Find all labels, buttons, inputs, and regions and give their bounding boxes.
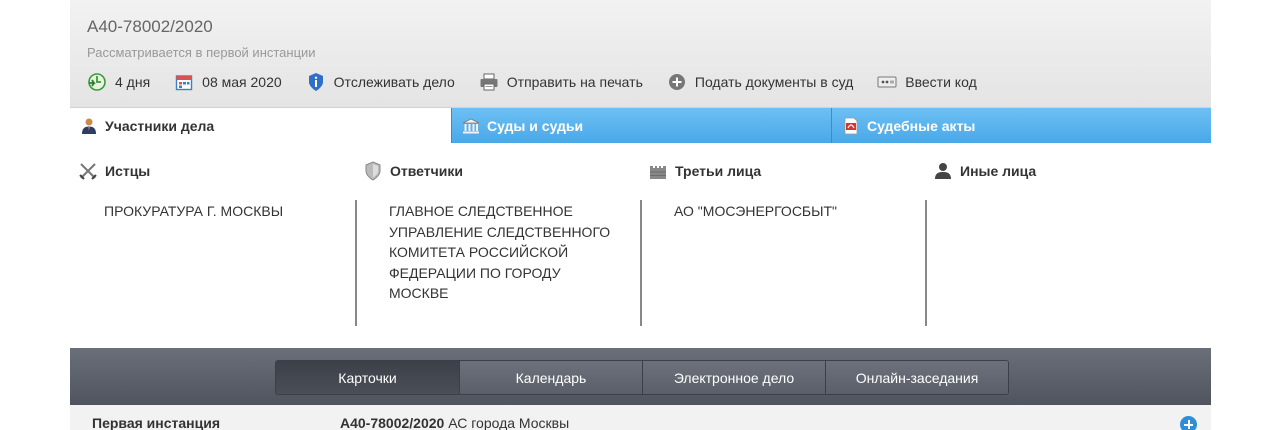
- user-silhouette-icon: [933, 161, 953, 181]
- court-building-icon: [462, 117, 480, 135]
- enter-code-label: Ввести код: [905, 74, 977, 90]
- tab-participants-label: Участники дела: [105, 117, 215, 134]
- swords-icon: [78, 161, 98, 181]
- case-header: А40-78002/2020 Рассматривается в первой …: [70, 0, 1211, 108]
- case-status: Рассматривается в первой инстанции: [87, 45, 316, 60]
- person-icon: [80, 117, 98, 135]
- days-icon: [87, 72, 107, 92]
- plaintiffs-list[interactable]: ПРОКУРАТУРА Г. МОСКВЫ: [104, 201, 334, 222]
- calendar-icon: [174, 72, 194, 92]
- case-tabs: Участники дела Суды и судьи Судебные акт…: [70, 108, 1211, 143]
- print-label: Отправить на печать: [506, 74, 643, 90]
- tab-court-acts-label: Судебные акты: [867, 117, 976, 134]
- plus-circle-icon: [667, 72, 687, 92]
- section-navbar: Карточки Календарь Электронное дело Онла…: [70, 348, 1211, 405]
- plaintiffs-column: Истцы ПРОКУРАТУРА Г. МОСКВЫ: [70, 143, 355, 348]
- nav-online-sessions-button[interactable]: Онлайн-заседания: [825, 361, 1008, 394]
- printer-icon: [479, 72, 499, 92]
- third-parties-list[interactable]: АО "МОСЭНЕРГОСБЫТ": [674, 201, 904, 222]
- column-divider: [640, 200, 642, 326]
- other-parties-column: Иные лица: [925, 143, 1210, 348]
- case-number: А40-78002/2020: [87, 17, 213, 36]
- tab-participants[interactable]: Участники дела: [70, 108, 451, 143]
- date-label: 08 мая 2020: [202, 74, 282, 90]
- third-parties-title: Третьи лица: [675, 163, 762, 179]
- other-parties-header: Иные лица: [933, 161, 1036, 181]
- column-divider: [355, 200, 357, 326]
- instance-case-number: А40-78002/2020: [340, 415, 445, 430]
- track-case-button[interactable]: Отслеживать дело: [306, 72, 455, 92]
- code-icon: [877, 72, 897, 92]
- tab-court-acts[interactable]: Судебные акты: [831, 108, 1211, 143]
- days-counter[interactable]: 4 дня: [87, 72, 150, 92]
- pdf-document-icon: [842, 117, 860, 135]
- tab-courts-judges[interactable]: Суды и судьи: [451, 108, 831, 143]
- plaintiffs-header: Истцы: [78, 161, 150, 181]
- nav-electronic-case-button[interactable]: Электронное дело: [642, 361, 825, 394]
- case-toolbar: 4 дня 08 мая 2020 Отслеживать дело Отпра…: [87, 70, 1001, 94]
- date-button[interactable]: 08 мая 2020: [174, 72, 282, 92]
- defendants-list[interactable]: ГЛАВНОЕ СЛЕДСТВЕННОЕ УПРАВЛЕНИЕ СЛЕДСТВЕ…: [389, 201, 619, 304]
- print-button[interactable]: Отправить на печать: [479, 72, 643, 92]
- instance-row: Первая инстанция А40-78002/2020 АС город…: [70, 405, 1211, 430]
- enter-code-button[interactable]: Ввести код: [877, 72, 977, 92]
- defendants-column: Ответчики ГЛАВНОЕ СЛЕДСТВЕННОЕ УПРАВЛЕНИ…: [355, 143, 640, 348]
- page: А40-78002/2020 Рассматривается в первой …: [0, 0, 1280, 430]
- defendants-header: Ответчики: [363, 161, 463, 181]
- third-parties-column: Третьи лица АО "МОСЭНЕРГОСБЫТ": [640, 143, 925, 348]
- third-parties-header: Третьи лица: [648, 161, 761, 181]
- track-case-label: Отслеживать дело: [333, 74, 455, 90]
- submit-documents-label: Подать документы в суд: [694, 74, 854, 90]
- case-card: А40-78002/2020 Рассматривается в первой …: [70, 0, 1211, 430]
- nav-calendar-button[interactable]: Календарь: [459, 361, 642, 394]
- submit-documents-button[interactable]: Подать документы в суд: [667, 72, 853, 92]
- column-divider: [925, 200, 927, 326]
- shield-icon: [363, 161, 383, 181]
- instance-court: АС города Москвы: [448, 415, 570, 430]
- plaintiffs-title: Истцы: [105, 163, 151, 179]
- instance-label: Первая инстанция: [92, 415, 220, 430]
- tab-courts-judges-label: Суды и судьи: [487, 117, 584, 134]
- info-shield-icon: [306, 72, 326, 92]
- castle-wall-icon: [648, 161, 668, 181]
- other-parties-title: Иные лица: [960, 163, 1037, 179]
- instance-case[interactable]: А40-78002/2020 АС города Москвы: [340, 415, 569, 430]
- section-nav-group: Карточки Календарь Электронное дело Онла…: [275, 360, 1009, 395]
- nav-cards-button[interactable]: Карточки: [276, 361, 459, 394]
- expand-plus-icon[interactable]: [1180, 416, 1197, 430]
- participants-panel: Истцы ПРОКУРАТУРА Г. МОСКВЫ Ответчики ГЛ…: [70, 143, 1211, 348]
- days-label: 4 дня: [115, 74, 151, 90]
- defendants-title: Ответчики: [390, 163, 463, 179]
